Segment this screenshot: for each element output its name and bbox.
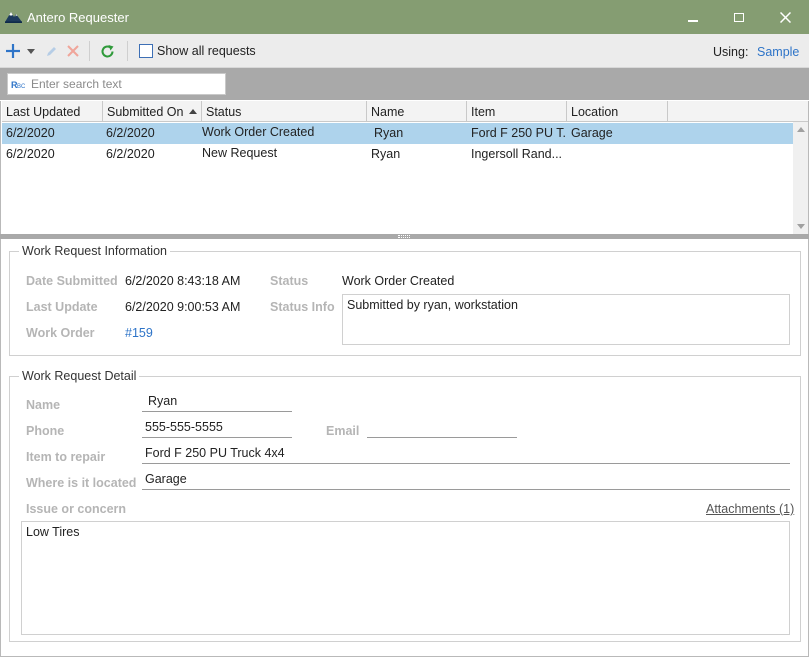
delete-button[interactable] (63, 34, 83, 68)
phone-field[interactable]: 555-555-5555 (142, 418, 292, 438)
mountain-logo-icon (5, 12, 22, 23)
column-header-item[interactable]: Item (467, 101, 567, 122)
table-row[interactable]: 6/2/2020 6/2/2020 Work Order Created Rya… (2, 123, 793, 144)
minimize-icon (688, 20, 698, 22)
add-button[interactable] (3, 34, 23, 68)
refresh-icon (101, 44, 113, 57)
grid-vertical-scrollbar[interactable] (793, 122, 808, 234)
date-submitted-label: Date Submitted (26, 274, 118, 288)
requests-grid: Last Updated Submitted On Status Name It… (0, 101, 809, 234)
cell-submitted-on: 6/2/2020 (106, 126, 155, 140)
toolbar: Show all requests Using: Sample (0, 34, 809, 68)
item-to-repair-label: Item to repair (26, 450, 106, 464)
status-value: Work Order Created (342, 274, 455, 288)
cell-location: Garage (571, 126, 613, 140)
title-bar: Antero Requester (0, 0, 809, 34)
location-label: Where is it located (26, 476, 137, 490)
cell-last-updated: 6/2/2020 (6, 126, 55, 140)
status-label: Status (270, 274, 309, 288)
phone-value: 555-555-5555 (145, 420, 223, 434)
detail-pane: Work Request Information Date Submitted … (0, 239, 809, 657)
column-header-name[interactable]: Name (367, 101, 467, 122)
rbc-text-search-icon: R BC (11, 79, 25, 90)
status-info-label: Status Info (270, 300, 335, 314)
show-all-label[interactable]: Show all requests (157, 44, 256, 58)
toolbar-separator (89, 41, 90, 61)
cell-item: Ingersoll Rand... (471, 147, 563, 161)
splitter-grip-icon (398, 235, 410, 238)
cell-submitted-on: 6/2/2020 (106, 147, 155, 161)
grid-header: Last Updated Submitted On Status Name It… (2, 101, 808, 122)
location-value: Garage (145, 472, 187, 486)
sort-ascending-icon (189, 109, 198, 114)
issue-label: Issue or concern (26, 502, 127, 516)
svg-text:BC: BC (17, 84, 25, 90)
attachments-link[interactable]: Attachments (1) (706, 502, 794, 516)
scroll-up-icon[interactable] (797, 127, 805, 132)
close-icon (779, 11, 791, 23)
cell-last-updated: 6/2/2020 (6, 147, 55, 161)
status-info-value: Submitted by ryan, workstation (347, 298, 518, 312)
column-header-location[interactable]: Location (567, 101, 668, 122)
work-order-link[interactable]: #159 (125, 326, 153, 340)
using-label: Using: (713, 45, 749, 59)
column-header-last-updated[interactable]: Last Updated (2, 101, 103, 122)
toolbar-separator (127, 41, 128, 61)
edit-button[interactable] (41, 34, 61, 68)
date-submitted-value: 6/2/2020 8:43:18 AM (125, 274, 241, 288)
cell-name: Ryan (371, 147, 401, 161)
item-to-repair-field[interactable]: Ford F 250 PU Truck 4x4 (142, 444, 790, 464)
name-value: Ryan (148, 394, 178, 408)
status-info-box: Submitted by ryan, workstation (342, 294, 790, 345)
name-label: Name (26, 398, 61, 412)
maximize-icon (734, 12, 744, 22)
phone-label: Phone (26, 424, 65, 438)
last-update-value: 6/2/2020 9:00:53 AM (125, 300, 241, 314)
group-title: Work Request Information (19, 244, 170, 258)
refresh-button[interactable] (96, 34, 118, 68)
email-field[interactable] (367, 418, 517, 438)
group-title: Work Request Detail (19, 369, 140, 383)
cell-item: Ford F 250 PU T... (471, 126, 567, 140)
last-update-label: Last Update (26, 300, 98, 314)
column-header-submitted-on[interactable]: Submitted On (103, 101, 202, 122)
item-to-repair-value: Ford F 250 PU Truck 4x4 (145, 446, 285, 460)
add-icon (6, 44, 20, 58)
issue-value: Low Tires (26, 525, 80, 539)
work-request-information-group: Work Request Information Date Submitted … (9, 244, 801, 356)
table-row[interactable]: 6/2/2020 6/2/2020 New Request Ryan Inger… (2, 144, 793, 165)
email-label: Email (326, 424, 360, 438)
add-dropdown-button[interactable] (25, 34, 37, 68)
search-box[interactable]: R BC (7, 73, 226, 95)
cell-name: Ryan (374, 126, 404, 140)
scroll-down-icon[interactable] (797, 224, 805, 229)
work-request-detail-group: Work Request Detail Name Ryan Phone 555-… (9, 369, 801, 642)
cell-status: New Request (202, 146, 278, 160)
minimize-button[interactable] (670, 0, 716, 34)
edit-icon (46, 46, 56, 56)
using-database-link[interactable]: Sample (757, 45, 799, 59)
maximize-button[interactable] (716, 0, 762, 34)
work-order-label: Work Order (26, 326, 95, 340)
issue-textarea[interactable]: Low Tires (21, 521, 790, 635)
dropdown-arrow-icon (27, 48, 35, 54)
location-field[interactable]: Garage (142, 470, 790, 490)
column-header-status[interactable]: Status (202, 101, 367, 122)
show-all-checkbox[interactable] (139, 44, 153, 58)
cell-status: Work Order Created (202, 125, 315, 139)
delete-icon (67, 45, 79, 57)
close-button[interactable] (762, 0, 808, 34)
search-input[interactable] (31, 76, 221, 92)
name-field[interactable]: Ryan (142, 392, 292, 412)
window-title: Antero Requester (27, 10, 129, 25)
